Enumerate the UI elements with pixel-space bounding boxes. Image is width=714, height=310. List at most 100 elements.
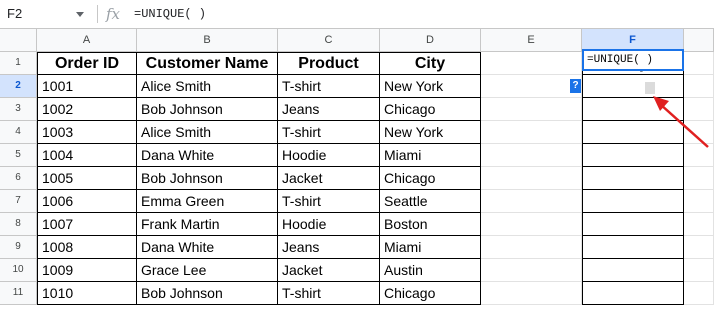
cell-f9[interactable] [582,236,684,259]
cell-a11[interactable]: 1010 [37,282,137,305]
cell-f10[interactable] [582,259,684,282]
row-header-1[interactable]: 1 [0,52,37,75]
cell-e8[interactable] [481,213,582,236]
column-header-e[interactable]: E [481,29,582,52]
cell-filler [684,213,714,236]
cell-b2[interactable]: Alice Smith [137,75,278,98]
row-header-6[interactable]: 6 [0,167,37,190]
cell-a10[interactable]: 1009 [37,259,137,282]
cell-b9[interactable]: Dana White [137,236,278,259]
text-cursor-icon [645,82,655,94]
cell-f4[interactable] [582,121,684,144]
fx-icon: fx [106,5,121,23]
cell-a1[interactable]: Order ID [37,52,137,75]
cell-d8[interactable]: Boston [380,213,481,236]
cell-e11[interactable] [481,282,582,305]
cell-b1[interactable]: Customer Name [137,52,278,75]
cell-c6[interactable]: Jacket [278,167,380,190]
cell-e3[interactable] [481,98,582,121]
cell-filler [684,75,714,98]
cell-e2[interactable] [481,75,582,98]
cell-c10[interactable]: Jacket [278,259,380,282]
cell-c1[interactable]: Product [278,52,380,75]
cell-b5[interactable]: Dana White [137,144,278,167]
cell-f3[interactable] [582,98,684,121]
cell-b7[interactable]: Emma Green [137,190,278,213]
column-header-a[interactable]: A [37,29,137,52]
row-header-10[interactable]: 10 [0,259,37,282]
cell-b10[interactable]: Grace Lee [137,259,278,282]
cell-filler [684,98,714,121]
cell-f5[interactable] [582,144,684,167]
cell-e9[interactable] [481,236,582,259]
column-header-b[interactable]: B [137,29,278,52]
cell-d7[interactable]: Seattle [380,190,481,213]
cell-d5[interactable]: Miami [380,144,481,167]
cell-c11[interactable]: T-shirt [278,282,380,305]
row-header-5[interactable]: 5 [0,144,37,167]
row-header-3[interactable]: 3 [0,98,37,121]
cell-f11[interactable] [582,282,684,305]
cell-e1[interactable] [481,52,582,75]
cell-filler [684,190,714,213]
cell-c8[interactable]: Hoodie [278,213,380,236]
row-header-8[interactable]: 8 [0,213,37,236]
cell-b4[interactable]: Alice Smith [137,121,278,144]
cell-a8[interactable]: 1007 [37,213,137,236]
cell-e10[interactable] [481,259,582,282]
cell-b6[interactable]: Bob Johnson [137,167,278,190]
cell-c7[interactable]: T-shirt [278,190,380,213]
cell-filler [684,167,714,190]
column-header-c[interactable]: C [278,29,380,52]
cell-d1[interactable]: City [380,52,481,75]
cell-e5[interactable] [481,144,582,167]
cell-d2[interactable]: New York [380,75,481,98]
cell-filler [684,282,714,305]
cell-a7[interactable]: 1006 [37,190,137,213]
row-header-7[interactable]: 7 [0,190,37,213]
select-all-corner[interactable] [0,29,37,52]
cell-e7[interactable] [481,190,582,213]
cell-e6[interactable] [481,167,582,190]
column-header-filler [684,29,714,52]
chevron-down-icon[interactable] [76,12,84,17]
cell-a3[interactable]: 1002 [37,98,137,121]
column-header-d[interactable]: D [380,29,481,52]
formula-help-icon[interactable]: ? [570,79,581,93]
cell-d9[interactable]: Miami [380,236,481,259]
cell-f2[interactable] [582,75,684,98]
cell-a4[interactable]: 1003 [37,121,137,144]
cell-c5[interactable]: Hoodie [278,144,380,167]
cell-d10[interactable]: Austin [380,259,481,282]
cell-c3[interactable]: Jeans [278,98,380,121]
cell-filler [684,144,714,167]
cell-d4[interactable]: New York [380,121,481,144]
formula-bar: F2 fx =UNIQUE( ) [0,0,714,29]
cell-d11[interactable]: Chicago [380,282,481,305]
row-header-4[interactable]: 4 [0,121,37,144]
formula-input[interactable]: =UNIQUE( ) [134,0,206,28]
cell-filler [684,259,714,282]
cell-d3[interactable]: Chicago [380,98,481,121]
cell-d6[interactable]: Chicago [380,167,481,190]
cell-f7[interactable] [582,190,684,213]
row-header-11[interactable]: 11 [0,282,37,305]
cell-f8[interactable] [582,213,684,236]
cell-a9[interactable]: 1008 [37,236,137,259]
row-header-2[interactable]: 2 [0,75,37,98]
cell-a6[interactable]: 1005 [37,167,137,190]
formula-bar-divider [97,5,98,23]
cell-filler [684,236,714,259]
cell-b11[interactable]: Bob Johnson [137,282,278,305]
cell-f6[interactable] [582,167,684,190]
cell-c9[interactable]: Jeans [278,236,380,259]
cell-a5[interactable]: 1004 [37,144,137,167]
cell-a2[interactable]: 1001 [37,75,137,98]
active-cell-editor[interactable]: =UNIQUE( ) [582,49,684,71]
cell-b3[interactable]: Bob Johnson [137,98,278,121]
row-header-9[interactable]: 9 [0,236,37,259]
cell-c4[interactable]: T-shirt [278,121,380,144]
cell-b8[interactable]: Frank Martin [137,213,278,236]
cell-e4[interactable] [481,121,582,144]
cell-c2[interactable]: T-shirt [278,75,380,98]
